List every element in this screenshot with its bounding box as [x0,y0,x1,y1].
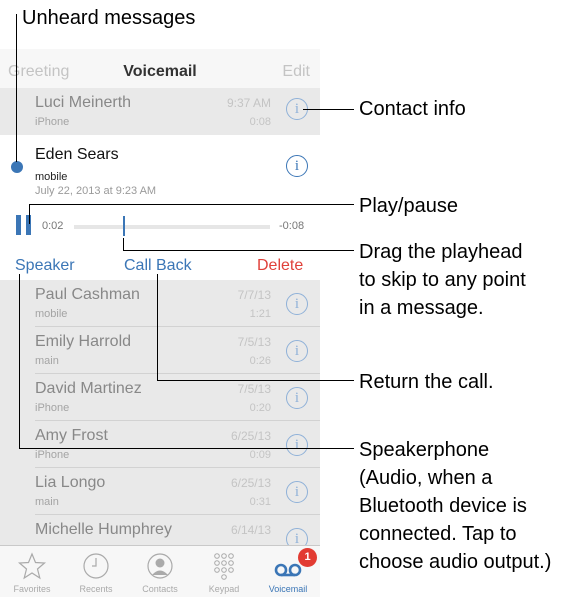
caller-name: Eden Sears [35,146,119,163]
info-icon[interactable]: i [286,387,308,409]
voicemail-date: 6/25/13 [230,476,271,490]
caller-name: Michelle Humphrey [35,521,172,538]
callout-return-call: Return the call. [359,371,494,393]
leader-line [19,274,20,449]
playhead-handle[interactable] [123,216,125,236]
callout-speakerphone: Speakerphone (Audio, when a Bluetooth de… [359,436,551,576]
leader-line [123,238,124,250]
badge: 1 [298,548,317,567]
voicemail-duration: 0:08 [249,116,271,128]
phone-screen: Greeting Voicemail Edit Luci Meinerth iP… [0,49,320,597]
voicemail-duration: 0:20 [249,402,271,414]
elapsed-time: 0:02 [42,220,64,232]
scrubber-track[interactable] [74,225,270,229]
caller-name: Emily Harrold [35,333,132,350]
clock-icon [83,553,109,579]
callout-line: Drag the playhead [359,241,523,263]
callout-contact-info: Contact info [359,98,466,120]
caller-label: iPhone [35,116,70,128]
leader-line [157,274,158,381]
caller-label: mobile [35,308,68,320]
caller-label: iPhone [35,449,70,461]
tab-label: Contacts [142,584,178,594]
caller-label: mobile [35,171,68,183]
caller-name: David Martinez [35,380,142,397]
voicemail-duration: 0:31 [249,496,271,508]
voicemail-row[interactable]: Lia Longo main 6/25/13 0:31 i [0,468,320,515]
voicemail-duration: 0:26 [249,355,271,367]
speaker-button[interactable]: Speaker [15,257,75,275]
callout-line: to skip to any point [359,269,526,291]
tab-voicemail[interactable]: 1 Voicemail [256,546,320,597]
unheard-dot-icon [11,161,23,173]
info-icon[interactable]: i [286,434,308,456]
leader-line [303,109,354,110]
delete-button[interactable]: Delete [257,257,303,275]
leader-line [123,250,354,251]
tab-favorites[interactable]: Favorites [0,546,64,597]
leader-line [19,448,354,449]
info-icon[interactable]: i [286,340,308,362]
voicemail-row[interactable]: David Martinez iPhone 7/5/13 0:20 i [0,374,320,421]
voicemail-row[interactable]: Amy Frost iPhone 6/25/13 0:09 i [0,421,320,468]
voicemail-duration: 0:09 [249,449,271,461]
caller-label: main [35,355,59,367]
callout-line: connected. Tap to [359,523,517,545]
voicemail-date: 6/14/13 [230,523,271,537]
call-back-button[interactable]: Call Back [124,257,192,275]
edit-button[interactable]: Edit [282,63,310,81]
info-icon[interactable]: i [286,293,308,315]
callout-line: choose audio output.) [359,551,552,573]
tab-label: Recents [79,584,113,594]
caller-name: Lia Longo [35,474,106,491]
tab-contacts[interactable]: Contacts [128,546,192,597]
tab-keypad[interactable]: Keypad [192,546,256,597]
tab-bar: Favorites Recents Contacts Keypad 1 Voic… [0,545,320,597]
voicemail-row[interactable]: Emily Harrold main 7/5/13 0:26 i [0,327,320,374]
callout-line: (Audio, when a [359,467,493,489]
voicemail-date: 7/7/13 [237,288,271,302]
callout-line: Bluetooth device is [359,495,527,517]
voicemail-date: 6/25/13 [230,429,271,443]
person-icon [147,553,173,579]
info-icon[interactable]: i [286,155,308,177]
voicemail-duration: 1:21 [249,308,271,320]
caller-name: Paul Cashman [35,286,140,303]
tab-label: Voicemail [268,584,308,594]
leader-line [16,14,17,162]
tab-recents[interactable]: Recents [64,546,128,597]
star-icon [17,552,47,580]
info-icon[interactable]: i [286,481,308,503]
pause-icon[interactable] [16,215,34,235]
remaining-time: -0:08 [279,220,305,232]
caller-label: main [35,496,59,508]
tab-label: Keypad [208,584,240,594]
keypad-icon [214,553,234,580]
voicemail-row[interactable]: Paul Cashman mobile 7/7/13 1:21 i [0,280,320,327]
page-title: Voicemail [123,63,197,80]
callout-drag-playhead: Drag the playhead to skip to any point i… [359,238,526,322]
caller-label: iPhone [35,402,70,414]
leader-line [29,204,354,205]
callout-line: in a message. [359,297,484,319]
leader-line [29,204,30,224]
caller-name: Luci Meinerth [35,94,132,111]
tab-label: Favorites [13,584,51,594]
callout-play-pause: Play/pause [359,195,458,217]
leader-line [157,380,354,381]
callout-unheard-messages: Unheard messages [22,7,196,29]
voicemail-date: 7/5/13 [237,382,271,396]
callout-line: Speakerphone [359,439,490,461]
voicemail-time: 9:37 AM [226,96,271,110]
voicemail-date: July 22, 2013 at 9:23 AM [35,185,157,197]
caller-name: Amy Frost [35,427,108,444]
voicemail-date: 7/5/13 [237,335,271,349]
voicemail-row[interactable]: Luci Meinerth iPhone 9:37 AM 0:08 i [0,88,320,135]
